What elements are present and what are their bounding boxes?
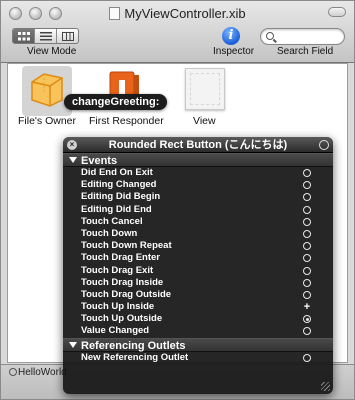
search-icon <box>266 32 274 40</box>
connection-circle-icon[interactable] <box>303 327 311 336</box>
event-row[interactable]: New Referencing Outlet <box>63 352 333 364</box>
event-row[interactable]: Touch Down <box>63 228 333 240</box>
event-row[interactable]: Value Changed <box>63 325 333 337</box>
resize-grip-icon[interactable] <box>321 382 330 391</box>
event-row[interactable]: Touch Up Inside + <box>63 301 333 313</box>
event-label: Touch Down Repeat <box>81 240 172 252</box>
event-row[interactable]: Touch Up Outside <box>63 313 333 325</box>
view-label: View <box>193 115 216 127</box>
window-title: MyViewController.xib <box>1 6 354 21</box>
connections-hud-panel: × Rounded Rect Button (こんにちは) Events Did… <box>63 137 333 394</box>
view-mode-segmented-control[interactable] <box>12 28 79 44</box>
connection-circle-icon[interactable] <box>303 193 311 202</box>
status-text: HelloWorld <box>9 367 67 378</box>
list-view-segment[interactable] <box>35 29 57 43</box>
connection-circle-icon[interactable] <box>303 278 311 287</box>
connection-circle-icon[interactable] <box>303 229 311 238</box>
disclosure-triangle-icon[interactable] <box>69 157 77 163</box>
connection-circle-icon[interactable] <box>303 169 311 177</box>
search-field-label: Search Field <box>277 46 334 57</box>
connection-circle-icon[interactable] <box>303 205 311 214</box>
first-responder-label: First Responder <box>89 115 164 127</box>
referencing-outlets-section-header[interactable]: Referencing Outlets <box>63 337 333 352</box>
event-label: Touch Drag Inside <box>81 276 164 288</box>
status-project-name: HelloWorld <box>18 367 67 378</box>
events-list: Did End On Exit Editing Changed Editing Di… <box>63 167 333 338</box>
view-icon <box>185 68 225 110</box>
connected-plus-icon[interactable]: + <box>302 302 312 313</box>
hud-title: Rounded Rect Button (こんにちは) <box>108 139 288 151</box>
icon-view-segment[interactable] <box>13 29 35 43</box>
files-owner-label: File's Owner <box>18 115 77 127</box>
event-label: Touch Drag Outside <box>81 288 172 300</box>
event-row[interactable]: Touch Down Repeat <box>63 240 333 252</box>
icon-grid-icon <box>17 31 30 40</box>
event-label: Editing Changed <box>81 179 157 191</box>
connection-circle-icon[interactable] <box>303 315 311 324</box>
event-row[interactable]: Touch Drag Inside <box>63 277 333 289</box>
connection-circle-icon[interactable] <box>303 290 311 299</box>
event-label: Touch Drag Enter <box>81 252 160 264</box>
event-row[interactable]: Editing Did End <box>63 204 333 216</box>
event-label: Touch Cancel <box>81 215 143 227</box>
window-title-text: MyViewController.xib <box>124 6 246 21</box>
view-mode-label: View Mode <box>27 46 77 57</box>
connection-circle-icon[interactable] <box>303 254 311 263</box>
event-label: Touch Down <box>81 227 138 239</box>
list-lines-icon <box>39 31 52 40</box>
hud-info-icon[interactable] <box>319 140 329 150</box>
events-header-label: Events <box>81 155 118 167</box>
event-row[interactable]: Touch Drag Exit <box>63 265 333 277</box>
xib-document-icon <box>109 7 121 20</box>
event-row[interactable]: Editing Did Begin <box>63 191 333 203</box>
event-row[interactable]: Touch Cancel <box>63 216 333 228</box>
columns-icon <box>61 31 74 41</box>
event-row[interactable]: Editing Changed <box>63 179 333 191</box>
hud-close-icon[interactable]: × <box>67 140 77 150</box>
inspector-label: Inspector <box>213 46 255 57</box>
column-view-segment[interactable] <box>57 29 78 43</box>
events-section-header[interactable]: Events <box>63 153 333 167</box>
event-label: Value Changed <box>81 325 150 337</box>
outlets-list: New Referencing Outlet <box>63 352 333 364</box>
cube-icon <box>31 73 63 107</box>
connection-circle-icon[interactable] <box>303 266 311 275</box>
search-input[interactable] <box>260 28 345 45</box>
event-label: Did End On Exit <box>81 167 153 178</box>
toolbar-toggle-button[interactable] <box>328 7 346 17</box>
project-status-icon <box>9 368 17 376</box>
event-label: Touch Up Outside <box>81 313 163 325</box>
connection-circle-icon[interactable] <box>303 242 311 251</box>
event-row[interactable]: Touch Drag Outside <box>63 289 333 301</box>
toolbar: MyViewController.xib View Mode i Inspect… <box>1 1 354 63</box>
connection-circle-icon[interactable] <box>303 217 311 226</box>
event-row[interactable]: Did End On Exit <box>63 167 333 179</box>
event-label: New Referencing Outlet <box>81 351 189 363</box>
connection-tooltip: changeGreeting: <box>64 94 168 110</box>
info-inspector-icon[interactable]: i <box>222 27 240 45</box>
event-label: Touch Up Inside <box>81 301 155 313</box>
event-row[interactable]: Touch Drag Enter <box>63 252 333 264</box>
hud-title-bar[interactable]: × Rounded Rect Button (こんにちは) <box>63 137 333 153</box>
event-label: Editing Did End <box>81 203 152 215</box>
event-label: Touch Drag Exit <box>81 264 154 276</box>
connection-circle-icon[interactable] <box>303 181 311 190</box>
event-label: Editing Did Begin <box>81 191 161 203</box>
disclosure-triangle-icon[interactable] <box>69 341 77 348</box>
outlets-header-label: Referencing Outlets <box>81 339 186 352</box>
connection-circle-icon[interactable] <box>303 353 311 362</box>
